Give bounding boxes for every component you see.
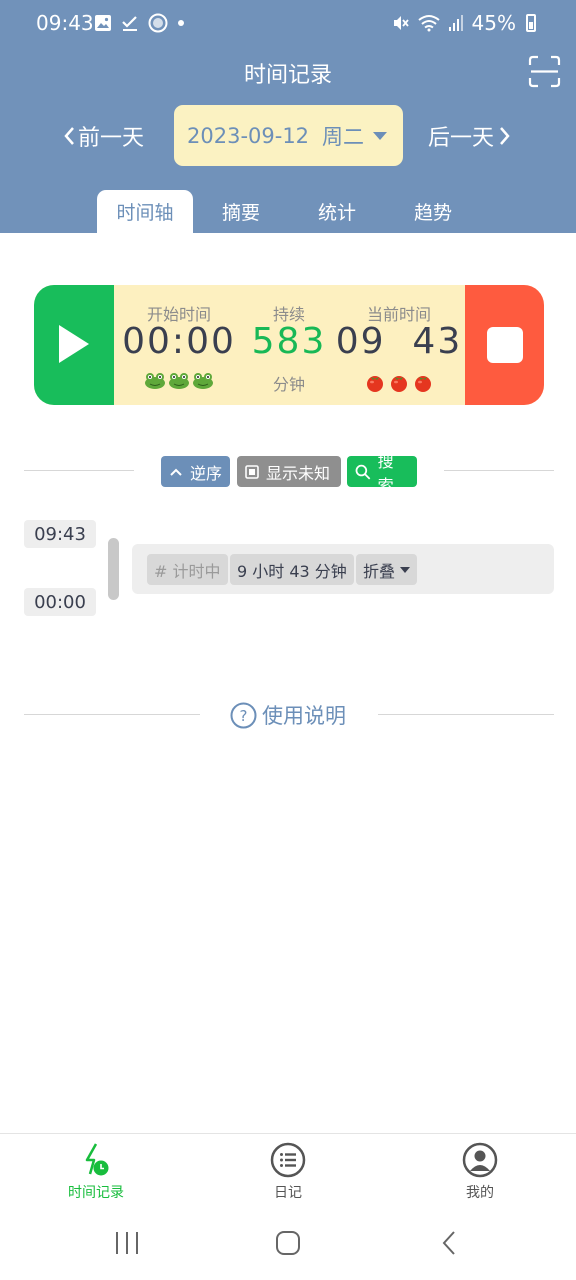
status-bar: 09:43 45% bbox=[0, 0, 576, 46]
bottom-nav: 时间记录 日记 我的 bbox=[0, 1133, 576, 1211]
battery-percent: 45% bbox=[471, 11, 516, 35]
nav-label-profile: 我的 bbox=[466, 1185, 494, 1201]
timeline-entry[interactable]: # 计时中 9 小时 43 分钟 折叠 bbox=[132, 544, 554, 594]
wifi-icon bbox=[417, 15, 440, 32]
chevron-right-icon bbox=[500, 127, 510, 145]
help-divider-left bbox=[24, 714, 200, 715]
tab-summary[interactable]: 摘要 bbox=[193, 190, 289, 233]
help-divider-right bbox=[378, 714, 554, 715]
next-day-label: 后一天 bbox=[428, 126, 495, 151]
nav-time-record[interactable]: 时间记录 bbox=[46, 1142, 146, 1206]
search-icon bbox=[355, 464, 371, 479]
stop-icon bbox=[487, 327, 523, 363]
mute-icon bbox=[393, 16, 409, 30]
duration-unit: 分钟 bbox=[272, 375, 305, 394]
image-icon bbox=[95, 15, 111, 31]
user-icon bbox=[462, 1142, 498, 1178]
status-system-icons: 45% bbox=[392, 11, 536, 35]
entry-duration: 9 小时 43 分钟 bbox=[230, 554, 354, 585]
nav-diary[interactable]: 日记 bbox=[238, 1142, 338, 1206]
weekday-value: 周二 bbox=[322, 124, 365, 149]
tab-trends[interactable]: 趋势 bbox=[385, 190, 481, 233]
sync-icon bbox=[148, 13, 168, 33]
search-button[interactable]: 搜索 bbox=[347, 452, 417, 495]
frog-icon bbox=[193, 373, 213, 389]
battery-icon bbox=[526, 14, 536, 32]
chevron-down-icon bbox=[373, 132, 387, 140]
timeline-bar bbox=[108, 538, 119, 600]
next-day-button[interactable]: 后一天 bbox=[428, 120, 512, 152]
page-title: 时间记录 bbox=[243, 63, 332, 88]
nav-label-time-record: 时间记录 bbox=[68, 1185, 124, 1201]
duration-value: 583 bbox=[251, 321, 327, 362]
home-icon[interactable] bbox=[275, 1230, 301, 1256]
reverse-order-button[interactable]: 逆序 bbox=[161, 456, 230, 487]
timeline-start-time: 00:00 bbox=[24, 588, 96, 616]
current-time-value: 09 43 bbox=[335, 321, 463, 362]
divider-right bbox=[444, 470, 554, 471]
status-time: 09:43 bbox=[36, 11, 94, 35]
tomato-icon bbox=[391, 376, 407, 392]
show-unknown-button[interactable]: 显示未知 bbox=[237, 456, 341, 487]
tomato-icon bbox=[367, 376, 383, 392]
dot-icon bbox=[178, 20, 184, 26]
nav-profile[interactable]: 我的 bbox=[430, 1142, 530, 1206]
system-navigation-bar bbox=[0, 1211, 576, 1280]
start-time-value: 00:00 bbox=[122, 321, 236, 362]
chevron-up-icon bbox=[170, 468, 182, 476]
date-value: 2023-09-12 bbox=[187, 123, 310, 148]
chevron-down-icon bbox=[400, 566, 411, 573]
show-unknown-label: 显示未知 bbox=[266, 463, 331, 483]
task-check-icon bbox=[122, 16, 137, 31]
bolt-clock-icon bbox=[85, 1143, 109, 1176]
reverse-order-label: 逆序 bbox=[190, 463, 223, 483]
scan-icon[interactable] bbox=[528, 55, 561, 88]
tomato-icons bbox=[334, 372, 464, 392]
play-icon bbox=[59, 325, 89, 363]
tab-statistics[interactable]: 统计 bbox=[289, 190, 385, 233]
signal-icon bbox=[448, 15, 463, 31]
stop-button[interactable] bbox=[465, 285, 544, 405]
divider-left bbox=[24, 470, 134, 471]
view-tabs: 时间轴 摘要 统计 趋势 bbox=[97, 190, 481, 233]
fold-button[interactable]: 折叠 bbox=[356, 554, 418, 585]
checkbox-icon bbox=[245, 464, 259, 479]
help-label: 使用说明 bbox=[262, 704, 346, 728]
svg-text:?: ? bbox=[240, 707, 248, 725]
tab-timeline[interactable]: 时间轴 bbox=[97, 190, 193, 233]
recent-apps-icon[interactable] bbox=[114, 1231, 140, 1255]
chevron-left-icon bbox=[64, 127, 74, 145]
date-selector[interactable]: 2023-09-12 周二 bbox=[174, 105, 403, 166]
fold-label: 折叠 bbox=[363, 561, 396, 581]
frog-icons bbox=[114, 372, 244, 389]
prev-day-button[interactable]: 前一天 bbox=[62, 120, 144, 152]
timeline-end-time: 09:43 bbox=[24, 520, 96, 548]
timer-card: 开始时间 00:00 持续 583 分钟 当前时间 09 43 bbox=[34, 285, 544, 405]
app-header: 09:43 45% 时间记录 前一天 2023-09-12 周二 后一天 时间轴… bbox=[0, 0, 576, 233]
frog-icon bbox=[145, 373, 165, 389]
list-icon bbox=[270, 1142, 306, 1178]
start-button[interactable] bbox=[34, 285, 114, 405]
question-icon: ? bbox=[230, 702, 257, 728]
tomato-icon bbox=[415, 376, 431, 392]
search-label: 搜索 bbox=[377, 451, 394, 495]
status-notification-icons bbox=[94, 12, 185, 34]
entry-tag[interactable]: # 计时中 bbox=[147, 554, 228, 585]
nav-label-diary: 日记 bbox=[274, 1185, 302, 1201]
back-icon[interactable] bbox=[440, 1230, 458, 1256]
help-link[interactable]: ? 使用说明 bbox=[230, 700, 346, 730]
prev-day-label: 前一天 bbox=[78, 126, 145, 151]
frog-icon bbox=[169, 373, 189, 389]
